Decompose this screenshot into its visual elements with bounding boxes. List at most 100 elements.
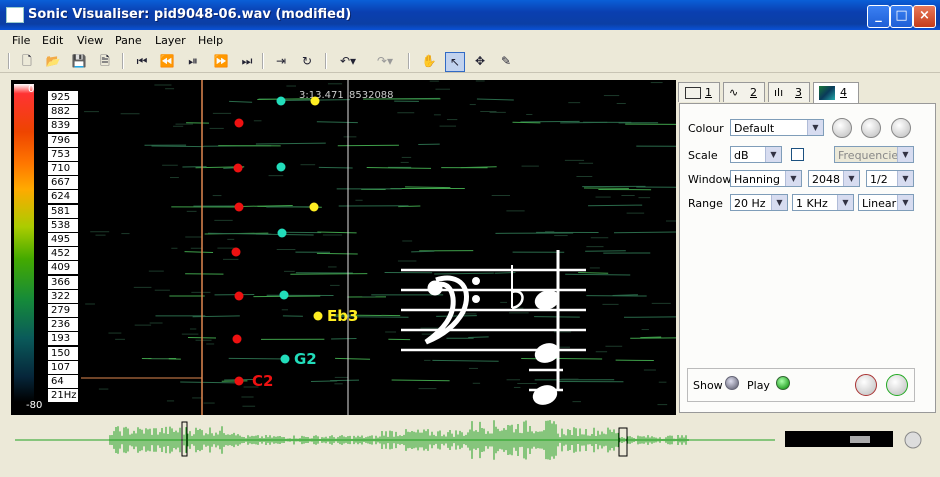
freq-label: 322 (48, 290, 78, 303)
freq-label: 107 (48, 361, 78, 374)
play-selection-icon[interactable]: ⇥ (272, 52, 290, 70)
threshold-knob[interactable] (861, 118, 881, 138)
range-min-select[interactable]: 20 Hz▼ (730, 194, 788, 211)
freq-label: 925 (48, 91, 78, 104)
note-dot (235, 292, 244, 301)
pane-icon (685, 87, 701, 99)
note-label-c2: C2 (252, 372, 273, 390)
play-toggle[interactable] (776, 376, 790, 390)
db-bottom-label: -80 (26, 400, 42, 411)
play-pause-icon[interactable]: ⏯ (184, 52, 202, 70)
minimize-button[interactable]: _ (867, 5, 890, 28)
close-button[interactable]: × (913, 5, 936, 28)
app-icon (6, 7, 24, 23)
freq-label: 150 (48, 347, 78, 360)
menu-file[interactable]: File (12, 34, 30, 47)
playback-pan-knob[interactable] (886, 374, 908, 396)
frame-readout: 8532088 (349, 90, 394, 101)
menu-layer[interactable]: Layer (155, 34, 186, 47)
save-icon[interactable]: 💾 (70, 52, 88, 70)
frequencies-select[interactable]: Frequencies▼ (834, 146, 914, 163)
fast-forward-icon[interactable]: ⏩ (212, 52, 230, 70)
note-dot (281, 355, 290, 364)
range-max-select[interactable]: 1 KHz▼ (792, 194, 854, 211)
note-label-eb3: Eb3 (327, 307, 358, 325)
spectrogram-pane[interactable]: 3:13.471 8532088 C2 G2 Eb3 (81, 80, 676, 415)
colour-scale-bar (14, 84, 34, 402)
volume-slider[interactable] (785, 431, 893, 447)
note-dot (280, 291, 289, 300)
freq-label: 753 (48, 148, 78, 161)
note-dot (314, 312, 323, 321)
move-icon[interactable]: ✥ (471, 52, 489, 70)
navigate-hand-icon[interactable]: ✋ (420, 52, 438, 70)
colour-select[interactable]: Default▼ (730, 119, 824, 136)
freq-label: 409 (48, 261, 78, 274)
colour-label: Colour (688, 122, 724, 135)
gain-knob[interactable] (832, 118, 852, 138)
fast-forward-end-icon[interactable]: ⏭ (238, 52, 256, 70)
playback-gain-knob[interactable] (855, 374, 877, 396)
colour-rotation-knob[interactable] (891, 118, 911, 138)
toolbar: 🗋 📂 💾 🗎 ⏮ ⏪ ⏯ ⏩ ⏭ ⇥ ↻ ↶▾ ↷▾ ✋ ↖ ✥ ✎ (0, 50, 940, 73)
show-label: Show (693, 379, 723, 392)
note-dot (278, 229, 287, 238)
tab-4[interactable]: 4 (813, 82, 859, 104)
spectrogram-icon (819, 86, 835, 100)
menu-help[interactable]: Help (198, 34, 223, 47)
window-label: Window (688, 173, 731, 186)
new-file-icon[interactable]: 🗋 (18, 52, 36, 70)
maximize-button[interactable]: □ (890, 5, 913, 28)
select-arrow-icon[interactable]: ↖ (445, 52, 465, 72)
note-dot (233, 335, 242, 344)
window-title: Sonic Visualiser: pid9048-06.wav (modifi… (28, 7, 351, 22)
freq-label: 21Hz (48, 389, 78, 402)
note-dot (235, 203, 244, 212)
freq-label: 796 (48, 134, 78, 147)
freq-label: 624 (48, 190, 78, 203)
menu-bar: File Edit View Pane Layer Help (0, 30, 940, 50)
waveform-icon: ∿ (729, 83, 738, 103)
rewind-start-icon[interactable]: ⏮ (133, 52, 151, 70)
tab-1[interactable]: 1 (678, 82, 720, 102)
freq-label: 581 (48, 205, 78, 218)
range-scale-select[interactable]: Linear▼ (858, 194, 914, 211)
volume-slider-handle (850, 436, 870, 443)
range-label: Range (688, 197, 723, 210)
note-dot (234, 164, 243, 173)
note-layer-icon: ılı (774, 83, 783, 103)
note-dot (310, 203, 319, 212)
draw-pencil-icon[interactable]: ✎ (497, 52, 515, 70)
window-overlap-select[interactable]: 1/2▼ (866, 170, 914, 187)
freq-label: 236 (48, 318, 78, 331)
show-toggle[interactable] (725, 376, 739, 390)
freq-label: 839 (48, 119, 78, 132)
normalize-checkbox[interactable] (791, 148, 804, 161)
redo-icon[interactable]: ↷▾ (372, 52, 398, 70)
note-dot (277, 97, 286, 106)
menu-edit[interactable]: Edit (42, 34, 63, 47)
open-file-icon[interactable]: 📂 (44, 52, 62, 70)
freq-label: 710 (48, 162, 78, 175)
time-readout: 3:13.471 (299, 90, 344, 101)
overview-pane[interactable] (0, 418, 940, 474)
menu-view[interactable]: View (77, 34, 103, 47)
freq-label: 193 (48, 332, 78, 345)
note-dot (311, 97, 320, 106)
freq-label: 495 (48, 233, 78, 246)
rewind-icon[interactable]: ⏪ (158, 52, 176, 70)
menu-pane[interactable]: Pane (115, 34, 142, 47)
window-size-select[interactable]: 2048▼ (808, 170, 860, 187)
window-type-select[interactable]: Hanning▼ (730, 170, 802, 187)
note-dot (235, 119, 244, 128)
freq-label: 64 (48, 375, 78, 388)
freq-label: 882 (48, 105, 78, 118)
scale-select[interactable]: dB▼ (730, 146, 782, 163)
note-dot (235, 377, 244, 386)
note-label-g2: G2 (294, 350, 317, 368)
loop-icon[interactable]: ↻ (298, 52, 316, 70)
tab-2[interactable]: ∿2 (723, 82, 765, 102)
save-session-icon[interactable]: 🗎 (96, 52, 114, 70)
tab-3[interactable]: ılı3 (768, 82, 810, 102)
undo-icon[interactable]: ↶▾ (335, 52, 361, 70)
